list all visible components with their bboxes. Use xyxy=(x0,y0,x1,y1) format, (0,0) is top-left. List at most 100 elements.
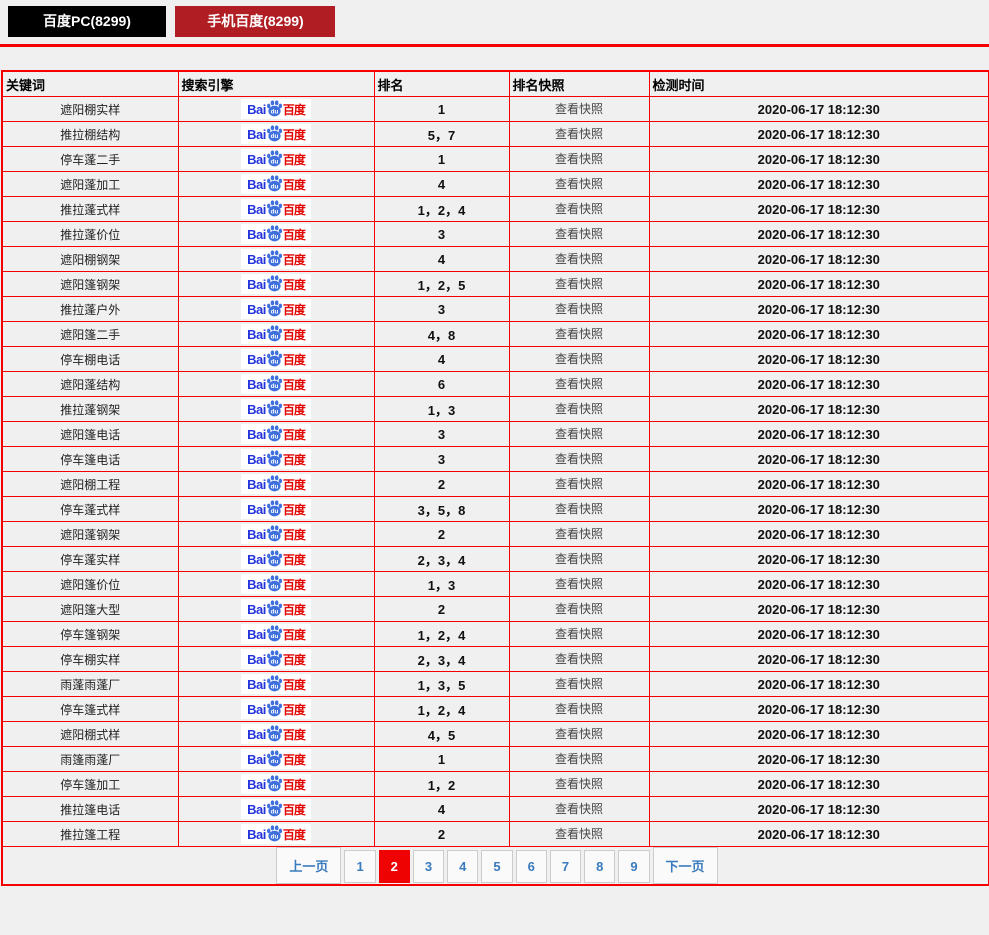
search-engine-cell: Bai du 百度 xyxy=(177,746,375,772)
baidu-logo-bai-text: Bai xyxy=(247,376,266,392)
view-snapshot-link[interactable]: 查看快照 xyxy=(555,477,603,491)
keyword-cell: 遮阳篷电话 xyxy=(1,421,179,447)
page-button[interactable]: 3 xyxy=(412,850,445,883)
search-engine-cell: Bai du 百度 xyxy=(177,196,375,222)
baidu-paw-icon: du xyxy=(266,349,283,367)
view-snapshot-link[interactable]: 查看快照 xyxy=(555,352,603,366)
view-snapshot-link[interactable]: 查看快照 xyxy=(555,402,603,416)
search-engine-cell: Bai du 百度 xyxy=(177,421,375,447)
header-check-time: 检测时间 xyxy=(648,70,989,97)
view-snapshot-link[interactable]: 查看快照 xyxy=(555,502,603,516)
rank-cell: 4，5 xyxy=(373,721,510,747)
view-snapshot-link[interactable]: 查看快照 xyxy=(555,427,603,441)
view-snapshot-link[interactable]: 查看快照 xyxy=(555,602,603,616)
snapshot-cell: 查看快照 xyxy=(508,721,650,747)
view-snapshot-link[interactable]: 查看快照 xyxy=(555,827,603,841)
view-snapshot-link[interactable]: 查看快照 xyxy=(555,252,603,266)
baidu-paw-icon: du xyxy=(266,99,283,117)
baidu-paw-icon: du xyxy=(266,149,283,167)
table-row: 推拉蓬式样 Bai du 百度 1，2，4 查看快照 2020-06-17 18:12:30 xyxy=(1,196,989,222)
view-snapshot-link[interactable]: 查看快照 xyxy=(555,227,603,241)
view-snapshot-link[interactable]: 查看快照 xyxy=(555,277,603,291)
page-button[interactable]: 9 xyxy=(618,850,650,883)
view-snapshot-link[interactable]: 查看快照 xyxy=(555,177,603,191)
view-snapshot-link[interactable]: 查看快照 xyxy=(555,577,603,591)
view-snapshot-link[interactable]: 查看快照 xyxy=(555,102,603,116)
view-snapshot-link[interactable]: 查看快照 xyxy=(555,702,603,716)
baidu-logo-bai-text: Bai xyxy=(247,551,266,567)
table-row: 停车篷式样 Bai du 百度 1，2，4 查看快照 2020-06-17 18:12:30 xyxy=(1,696,989,722)
page-button[interactable]: 1 xyxy=(344,850,376,883)
keyword-cell: 推拉棚结构 xyxy=(1,121,179,147)
view-snapshot-link[interactable]: 查看快照 xyxy=(555,327,603,341)
baidu-logo-cn-text: 百度 xyxy=(282,552,306,567)
view-snapshot-link[interactable]: 查看快照 xyxy=(555,527,603,541)
check-time-cell: 2020-06-17 18:12:30 xyxy=(648,121,989,147)
search-engine-cell: Bai du 百度 xyxy=(177,596,375,622)
view-snapshot-link[interactable]: 查看快照 xyxy=(555,777,603,791)
baidu-logo-cn-text: 百度 xyxy=(282,727,306,742)
view-snapshot-link[interactable]: 查看快照 xyxy=(555,152,603,166)
table-row: 雨篷雨蓬厂 Bai du 百度 1 查看快照 2020-06-17 18:12:30 xyxy=(1,746,989,772)
view-snapshot-link[interactable]: 查看快照 xyxy=(555,677,603,691)
table-row: 遮阳篷电话 Bai du 百度 3 查看快照 2020-06-17 18:12:30 xyxy=(1,421,989,447)
check-time-cell: 2020-06-17 18:12:30 xyxy=(648,671,989,697)
search-engine-cell: Bai du 百度 xyxy=(177,221,375,247)
page-button-active[interactable]: 2 xyxy=(378,850,410,883)
view-snapshot-link[interactable]: 查看快照 xyxy=(555,652,603,666)
prev-page-button[interactable]: 上一页 xyxy=(276,847,342,884)
check-time-cell: 2020-06-17 18:12:30 xyxy=(648,96,989,122)
view-snapshot-link[interactable]: 查看快照 xyxy=(555,752,603,766)
baidu-paw-icon: du xyxy=(266,574,283,592)
baidu-logo: Bai du 百度 xyxy=(241,699,311,719)
baidu-paw-icon: du xyxy=(266,399,283,417)
tab-baidu-pc[interactable]: 百度PC(8299) xyxy=(8,6,166,37)
page-button[interactable]: 5 xyxy=(481,850,513,883)
table-row: 遮阳篷大型 Bai du 百度 2 查看快照 2020-06-17 18:12:30 xyxy=(1,596,989,622)
baidu-logo: Bai du 百度 xyxy=(241,149,311,169)
keyword-cell: 推拉蓬式样 xyxy=(1,196,179,222)
view-snapshot-link[interactable]: 查看快照 xyxy=(555,452,603,466)
keyword-cell: 推拉蓬价位 xyxy=(1,221,179,247)
baidu-logo-cn-text: 百度 xyxy=(282,702,306,717)
view-snapshot-link[interactable]: 查看快照 xyxy=(555,727,603,741)
svg-text:du: du xyxy=(270,408,278,415)
view-snapshot-link[interactable]: 查看快照 xyxy=(555,802,603,816)
baidu-logo: Bai du 百度 xyxy=(241,624,311,644)
search-engine-cell: Bai du 百度 xyxy=(177,446,375,472)
svg-text:du: du xyxy=(270,183,278,190)
baidu-logo-bai-text: Bai xyxy=(247,776,266,792)
view-snapshot-link[interactable]: 查看快照 xyxy=(555,552,603,566)
view-snapshot-link[interactable]: 查看快照 xyxy=(555,627,603,641)
baidu-paw-icon: du xyxy=(266,474,283,492)
page-button[interactable]: 7 xyxy=(549,850,582,883)
check-time-cell: 2020-06-17 18:12:30 xyxy=(648,146,989,172)
baidu-logo: Bai du 百度 xyxy=(241,224,311,244)
table-row: 停车蓬式样 Bai du 百度 3，5，8 查看快照 2020-06-17 18:12:30 xyxy=(1,496,989,522)
view-snapshot-link[interactable]: 查看快照 xyxy=(555,377,603,391)
page-button[interactable]: 8 xyxy=(584,850,616,883)
rank-cell: 1，2，4 xyxy=(373,621,510,647)
baidu-paw-icon: du xyxy=(266,324,283,342)
baidu-paw-icon: du xyxy=(266,774,283,792)
snapshot-cell: 查看快照 xyxy=(508,371,650,397)
view-snapshot-link[interactable]: 查看快照 xyxy=(555,202,603,216)
page-button[interactable]: 6 xyxy=(515,850,547,883)
page-button[interactable]: 4 xyxy=(447,850,479,883)
snapshot-cell: 查看快照 xyxy=(508,771,650,797)
baidu-paw-icon: du xyxy=(266,549,283,567)
view-snapshot-link[interactable]: 查看快照 xyxy=(555,127,603,141)
rank-cell: 1，3 xyxy=(373,571,510,597)
next-page-button[interactable]: 下一页 xyxy=(652,847,718,884)
keyword-cell: 停车蓬二手 xyxy=(1,146,179,172)
keyword-cell: 推拉蓬钢架 xyxy=(1,396,179,422)
baidu-logo: Bai du 百度 xyxy=(241,824,311,844)
tab-mobile-baidu[interactable]: 手机百度(8299) xyxy=(175,6,336,37)
baidu-logo-cn-text: 百度 xyxy=(282,477,306,492)
search-engine-cell: Bai du 百度 xyxy=(177,546,375,572)
table-row: 推拉棚结构 Bai du 百度 5，7 查看快照 2020-06-17 18:12:30 xyxy=(1,121,989,147)
view-snapshot-link[interactable]: 查看快照 xyxy=(555,302,603,316)
baidu-logo-bai-text: Bai xyxy=(247,401,266,417)
baidu-logo-bai-text: Bai xyxy=(247,651,266,667)
check-time-cell: 2020-06-17 18:12:30 xyxy=(648,196,989,222)
